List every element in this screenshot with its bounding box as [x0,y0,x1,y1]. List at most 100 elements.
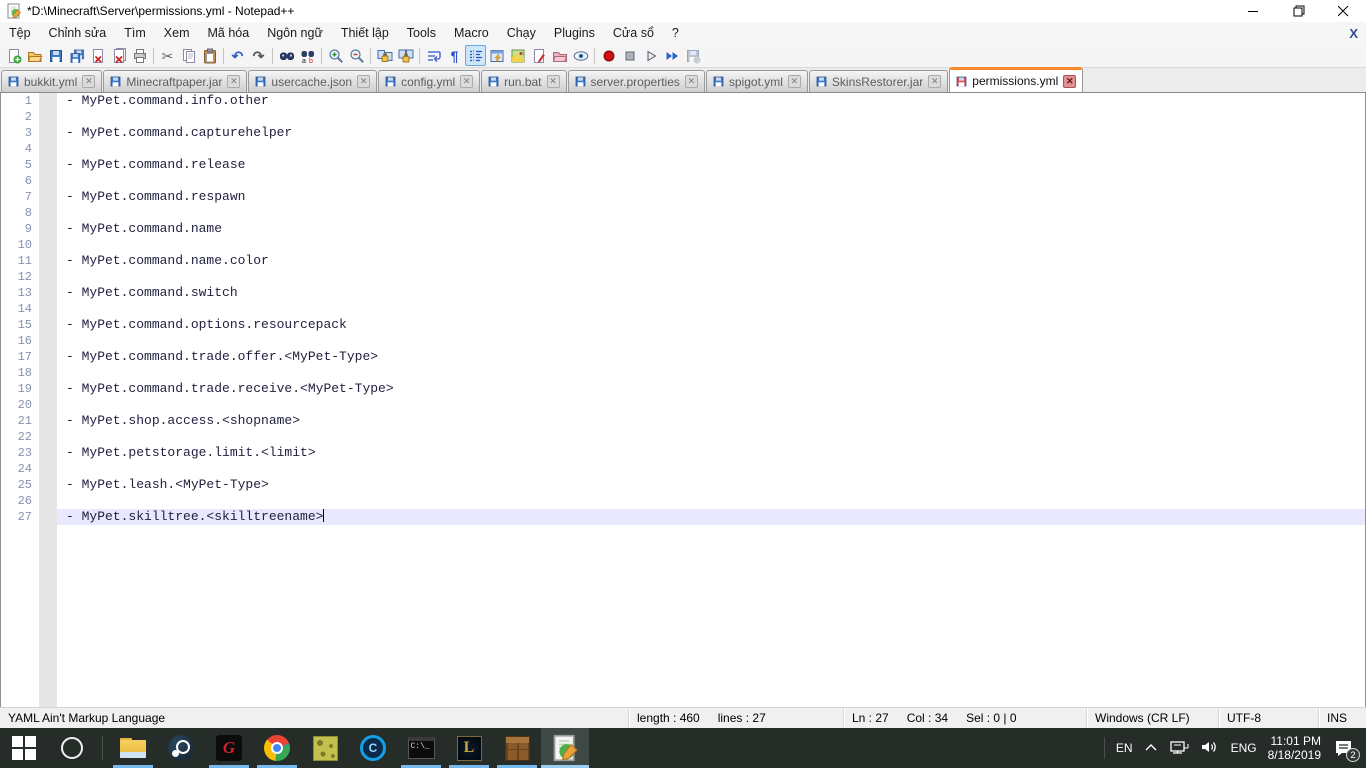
user-defined-dialog-icon[interactable] [486,45,507,66]
status-doc-type[interactable]: YAML Ain't Markup Language [0,708,628,728]
line-number[interactable]: 27 [1,509,39,525]
status-cursor-position[interactable]: Ln : 27 Col : 34 Sel : 0 | 0 [843,708,1086,728]
find-icon[interactable] [276,45,297,66]
steam-icon[interactable] [157,728,205,768]
bookmark-margin[interactable] [39,125,57,141]
show-indent-guide-icon[interactable] [465,45,486,66]
tab-close-icon[interactable]: ✕ [788,75,801,88]
print-icon[interactable] [129,45,150,66]
show-all-characters-icon[interactable]: ¶ [444,45,465,66]
tab-close-icon[interactable]: ✕ [82,75,95,88]
save-icon[interactable] [45,45,66,66]
bookmark-margin[interactable] [39,349,57,365]
line-number[interactable]: 26 [1,493,39,509]
tab-spigot-yml[interactable]: spigot.yml✕ [706,70,808,92]
bookmark-margin[interactable] [39,221,57,237]
cortana-button[interactable] [48,728,96,768]
line-number[interactable]: 2 [1,109,39,125]
line-number[interactable]: 5 [1,157,39,173]
bookmark-margin[interactable] [39,93,57,109]
close-all-documents-icon[interactable] [108,45,129,66]
line-number[interactable]: 18 [1,365,39,381]
tab-close-icon[interactable]: ✕ [1063,75,1076,88]
line-number[interactable]: 7 [1,189,39,205]
command-prompt-icon[interactable]: C:\_ [397,728,445,768]
bookmark-margin[interactable] [39,333,57,349]
paste-icon[interactable] [199,45,220,66]
tab-close-icon[interactable]: ✕ [547,75,560,88]
bookmark-margin[interactable] [39,205,57,221]
line-number[interactable]: 13 [1,285,39,301]
menu-item-plugins[interactable]: Plugins [545,23,604,43]
tab-skinsrestorer-jar[interactable]: SkinsRestorer.jar✕ [809,70,948,92]
undo-icon[interactable]: ↶ [227,45,248,66]
bookmark-margin[interactable] [39,381,57,397]
bookmark-margin[interactable] [39,461,57,477]
sync-vertical-scroll-icon[interactable] [374,45,395,66]
macro-play-icon[interactable] [640,45,661,66]
close-document-x-button[interactable]: X [1349,26,1358,41]
macro-run-multiple-icon[interactable] [661,45,682,66]
bookmark-margin[interactable] [39,237,57,253]
menu-item-ng-n-ng-[interactable]: Ngôn ngữ [258,23,332,43]
chrome-icon[interactable] [253,728,301,768]
line-number[interactable]: 10 [1,237,39,253]
menu-item-ch-y[interactable]: Chạy [498,23,545,43]
tab-usercache-json[interactable]: usercache.json✕ [248,70,377,92]
tab-bukkit-yml[interactable]: bukkit.yml✕ [1,70,102,92]
line-number[interactable]: 16 [1,333,39,349]
zoom-out-icon[interactable] [346,45,367,66]
menu-item-tools[interactable]: Tools [398,23,445,43]
macro-stop-icon[interactable] [619,45,640,66]
bookmark-margin[interactable] [39,413,57,429]
bookmark-margin[interactable] [39,109,57,125]
bookmark-margin[interactable] [39,269,57,285]
bookmark-margin[interactable] [39,189,57,205]
menu-item-xem[interactable]: Xem [155,23,199,43]
notepad-plus-plus-icon[interactable] [541,728,589,768]
tray-language[interactable]: EN [1116,741,1133,755]
tab-config-yml[interactable]: config.yml✕ [378,70,480,92]
new-file-icon[interactable] [3,45,24,66]
start-button[interactable] [0,728,48,768]
line-number[interactable]: 1 [1,93,39,109]
bookmark-margin[interactable] [39,301,57,317]
tab-close-icon[interactable]: ✕ [460,75,473,88]
tray-ime[interactable]: ENG [1231,741,1257,755]
status-eol-format[interactable]: Windows (CR LF) [1086,708,1218,728]
line-number[interactable]: 12 [1,269,39,285]
tab-close-icon[interactable]: ✕ [928,75,941,88]
bookmark-margin[interactable] [39,285,57,301]
document-map-icon[interactable] [507,45,528,66]
line-number[interactable]: 25 [1,477,39,493]
menu-item-ch-nh-s-a[interactable]: Chỉnh sửa [40,23,116,43]
tab-close-icon[interactable]: ✕ [685,75,698,88]
bookmark-margin[interactable] [39,493,57,509]
line-number[interactable]: 11 [1,253,39,269]
tab-server-properties[interactable]: server.properties✕ [568,70,705,92]
league-of-legends-icon[interactable]: L [445,728,493,768]
macro-record-icon[interactable] [598,45,619,66]
minimize-button[interactable] [1231,0,1276,22]
menu-item-t-m[interactable]: Tìm [115,23,155,43]
save-all-icon[interactable] [66,45,87,66]
file-explorer-icon[interactable] [109,728,157,768]
menu-item-t-p[interactable]: Tệp [0,23,40,43]
line-number[interactable]: 8 [1,205,39,221]
status-typing-mode[interactable]: INS [1318,708,1366,728]
status-encoding[interactable]: UTF-8 [1218,708,1318,728]
tray-clock[interactable]: 11:01 PM 8/18/2019 [1268,734,1321,762]
folder-as-workspace-icon[interactable] [549,45,570,66]
bookmark-margin[interactable] [39,141,57,157]
status-length-lines[interactable]: length : 460 lines : 27 [628,708,843,728]
tray-network-icon[interactable] [1169,739,1189,758]
open-file-icon[interactable] [24,45,45,66]
zoom-in-icon[interactable] [325,45,346,66]
monitoring-icon[interactable] [570,45,591,66]
function-list-icon[interactable] [528,45,549,66]
line-number[interactable]: 17 [1,349,39,365]
tab-run-bat[interactable]: run.bat✕ [481,70,566,92]
copy-icon[interactable] [178,45,199,66]
menu-item-macro[interactable]: Macro [445,23,498,43]
menu-item-?[interactable]: ? [663,23,688,43]
